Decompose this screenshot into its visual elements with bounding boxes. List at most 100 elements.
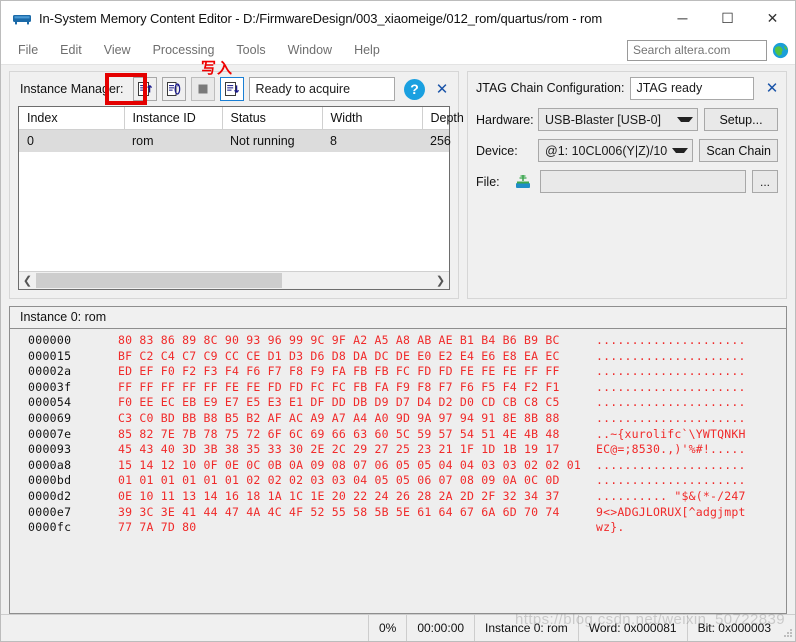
hex-address: 0000d2 (28, 488, 72, 503)
hex-row[interactable]: 0000fc 77 7A 7D 80 wz}. (10, 520, 786, 536)
hex-bytes[interactable]: BF C2 C4 C7 C9 CC CE D1 D3 D6 D8 DA DC D… (118, 349, 596, 365)
hex-address: 0000bd (28, 473, 72, 488)
hex-row[interactable]: 000069 C3 C0 BD BB B8 B5 B2 AF AC A9 A7 A… (10, 411, 786, 427)
help-icon[interactable]: ? (404, 78, 425, 100)
hex-address: 000015 (28, 348, 72, 363)
instance-manager-panel: Instance Manager: Ready to acquire ? ✕ I… (9, 71, 464, 299)
hex-bytes[interactable]: FF FF FF FF FF FE FE FD FD FC FC FB FA F… (118, 380, 596, 396)
hex-bytes[interactable]: 80 83 86 89 8C 90 93 96 99 9C 9F A2 A5 A… (118, 333, 596, 349)
jtag-header: JTAG Chain Configuration: JTAG ready ✕ (468, 72, 786, 104)
column-header-instance-id[interactable]: Instance ID (124, 107, 223, 130)
hex-address: 0000fc (28, 520, 72, 535)
cell-depth: 256 (422, 129, 451, 152)
hex-bytes[interactable]: 15 14 12 10 0F 0E 0C 0B 0A 09 08 07 06 0… (118, 458, 596, 474)
read-data-from-memory-button[interactable] (132, 77, 157, 101)
hardware-row: Hardware: USB-Blaster [USB-0] Setup... (476, 108, 778, 131)
hex-row[interactable]: 0000bd 01 01 01 01 01 01 02 02 02 03 03 0… (10, 473, 786, 489)
instance-table: Index Instance ID Status Width Depth 0 r… (18, 106, 464, 290)
close-button[interactable]: ✕ (750, 1, 795, 35)
hex-bytes[interactable]: 0E 10 11 13 14 16 18 1A 1C 1E 20 22 24 2… (118, 489, 596, 505)
scroll-right-arrow-icon[interactable]: ❯ (432, 272, 449, 289)
minimize-button[interactable]: ─ (660, 1, 705, 35)
continuously-read-button[interactable] (161, 77, 186, 101)
main-content: Instance Manager: Ready to acquire ? ✕ I… (1, 65, 795, 614)
column-header-width[interactable]: Width (322, 107, 423, 130)
hex-row[interactable]: 0000a8 15 14 12 10 0F 0E 0C 0B 0A 09 08 0… (10, 458, 786, 474)
hex-address: 00003f (28, 379, 72, 394)
hex-row[interactable]: 00002a ED EF F0 F2 F3 F4 F6 F7 F8 F9 FA F… (10, 364, 786, 380)
scrollbar-thumb[interactable] (36, 273, 282, 288)
column-header-index[interactable]: Index (19, 107, 125, 130)
file-path-input[interactable] (540, 170, 746, 193)
hardware-value: USB-Blaster [USB-0] (545, 112, 662, 127)
hex-bytes[interactable]: 85 82 7E 7B 78 75 72 6F 6C 69 66 63 60 5… (118, 427, 596, 443)
hex-bytes[interactable]: ED EF F0 F2 F3 F4 F6 F7 F8 F9 FA FB FB F… (118, 364, 596, 380)
instance-table-hscrollbar[interactable]: ❮ ❯ (19, 271, 449, 289)
hex-ascii: ..................... (596, 348, 746, 363)
hex-ascii: ..................... (596, 364, 746, 379)
window-controls: ─ ☐ ✕ (660, 1, 795, 35)
table-row[interactable]: 0 rom Not running 8 256 (19, 129, 451, 152)
instance-table-grid: Index Instance ID Status Width Depth 0 r… (19, 107, 464, 152)
menu-item-tools[interactable]: Tools (225, 36, 276, 64)
setup-button[interactable]: Setup... (704, 108, 778, 131)
hex-row[interactable]: 0000d2 0E 10 11 13 14 16 18 1A 1C 1E 20 2… (10, 489, 786, 505)
stop-button (190, 77, 215, 101)
close-jtag-panel-icon[interactable]: ✕ (762, 78, 782, 98)
hex-ascii: wz}. (596, 520, 625, 535)
instance-table-body: 0 rom Not running 8 256 (19, 129, 451, 152)
status-bar-spacer (1, 615, 368, 641)
search-input[interactable] (627, 39, 767, 61)
chip-file-icon[interactable] (512, 172, 534, 192)
hardware-select[interactable]: USB-Blaster [USB-0] (538, 108, 698, 131)
close-instance-manager-icon[interactable]: ✕ (432, 79, 452, 99)
hex-row[interactable]: 000093 45 43 40 3D 3B 38 35 33 30 2E 2C 2… (10, 442, 786, 458)
scroll-left-arrow-icon[interactable]: ❮ (19, 272, 36, 289)
cell-instance-id: rom (124, 129, 222, 152)
browse-file-button[interactable]: ... (752, 170, 778, 193)
menu-item-file[interactable]: File (7, 36, 49, 64)
hex-bytes[interactable]: 77 7A 7D 80 (118, 520, 596, 536)
maximize-button[interactable]: ☐ (705, 1, 750, 35)
menu-item-view[interactable]: View (93, 36, 142, 64)
jtag-title-label: JTAG Chain Configuration: (476, 81, 625, 95)
menu-item-window[interactable]: Window (277, 36, 343, 64)
device-select[interactable]: @1: 10CL006(Y|Z)/10CL0 (538, 139, 694, 162)
hex-row[interactable]: 00003f FF FF FF FF FF FE FE FD FD FC FC F… (10, 380, 786, 396)
memory-editor-icon (11, 7, 33, 29)
column-header-depth[interactable]: Depth (422, 107, 464, 130)
hex-ascii: ..................... (596, 457, 746, 472)
column-header-status[interactable]: Status (222, 107, 323, 130)
hex-row[interactable]: 000000 80 83 86 89 8C 90 93 96 99 9C 9F A… (10, 333, 786, 349)
scan-chain-button[interactable]: Scan Chain (699, 139, 778, 162)
write-data-to-memory-button[interactable] (219, 77, 244, 101)
hex-row[interactable]: 00007e 85 82 7E 7B 78 75 72 6F 6C 69 66 6… (10, 427, 786, 443)
hex-bytes[interactable]: 39 3C 3E 41 44 47 4A 4C 4F 52 55 58 5B 5… (118, 505, 596, 521)
jtag-status-field: JTAG ready (630, 76, 754, 100)
jtag-fields: Hardware: USB-Blaster [USB-0] Setup... D… (468, 104, 786, 201)
globe-icon[interactable] (772, 42, 789, 59)
resize-grip-icon[interactable] (781, 615, 795, 641)
hex-row[interactable]: 0000e7 39 3C 3E 41 44 47 4A 4C 4F 52 55 5… (10, 505, 786, 521)
scrollbar-track[interactable] (36, 272, 432, 289)
hex-ascii: ..................... (596, 379, 746, 394)
hex-ascii: ..................... (596, 395, 746, 410)
instance-tab-label[interactable]: Instance 0: rom (10, 307, 786, 329)
application-window: In-System Memory Content Editor - D:/Fir… (0, 0, 796, 642)
chevron-down-icon (677, 117, 693, 122)
hex-dump-area[interactable]: 000000 80 83 86 89 8C 90 93 96 99 9C 9F A… (10, 329, 786, 613)
title-bar: In-System Memory Content Editor - D:/Fir… (1, 1, 795, 36)
menu-item-help[interactable]: Help (343, 36, 391, 64)
hex-row[interactable]: 000054 F0 EE EC EB E9 E7 E5 E3 E1 DF DD D… (10, 395, 786, 411)
hex-ascii: .......... "$&(*-/247 (596, 488, 746, 503)
chevron-down-icon (672, 148, 689, 153)
hex-bytes[interactable]: 01 01 01 01 01 01 02 02 02 03 03 04 05 0… (118, 473, 596, 489)
hex-bytes[interactable]: 45 43 40 3D 3B 38 35 33 30 2E 2C 29 27 2… (118, 442, 596, 458)
instance-manager-toolbar: Instance Manager: Ready to acquire ? ✕ (10, 72, 458, 106)
hex-bytes[interactable]: F0 EE EC EB E9 E7 E5 E3 E1 DF DD DB D9 D… (118, 395, 596, 411)
cell-width: 8 (322, 129, 422, 152)
hex-row[interactable]: 000015 BF C2 C4 C7 C9 CC CE D1 D3 D6 D8 D… (10, 349, 786, 365)
hex-ascii: ..................... (596, 333, 746, 347)
menu-item-edit[interactable]: Edit (49, 36, 93, 64)
hex-bytes[interactable]: C3 C0 BD BB B8 B5 B2 AF AC A9 A7 A4 A0 9… (118, 411, 596, 427)
